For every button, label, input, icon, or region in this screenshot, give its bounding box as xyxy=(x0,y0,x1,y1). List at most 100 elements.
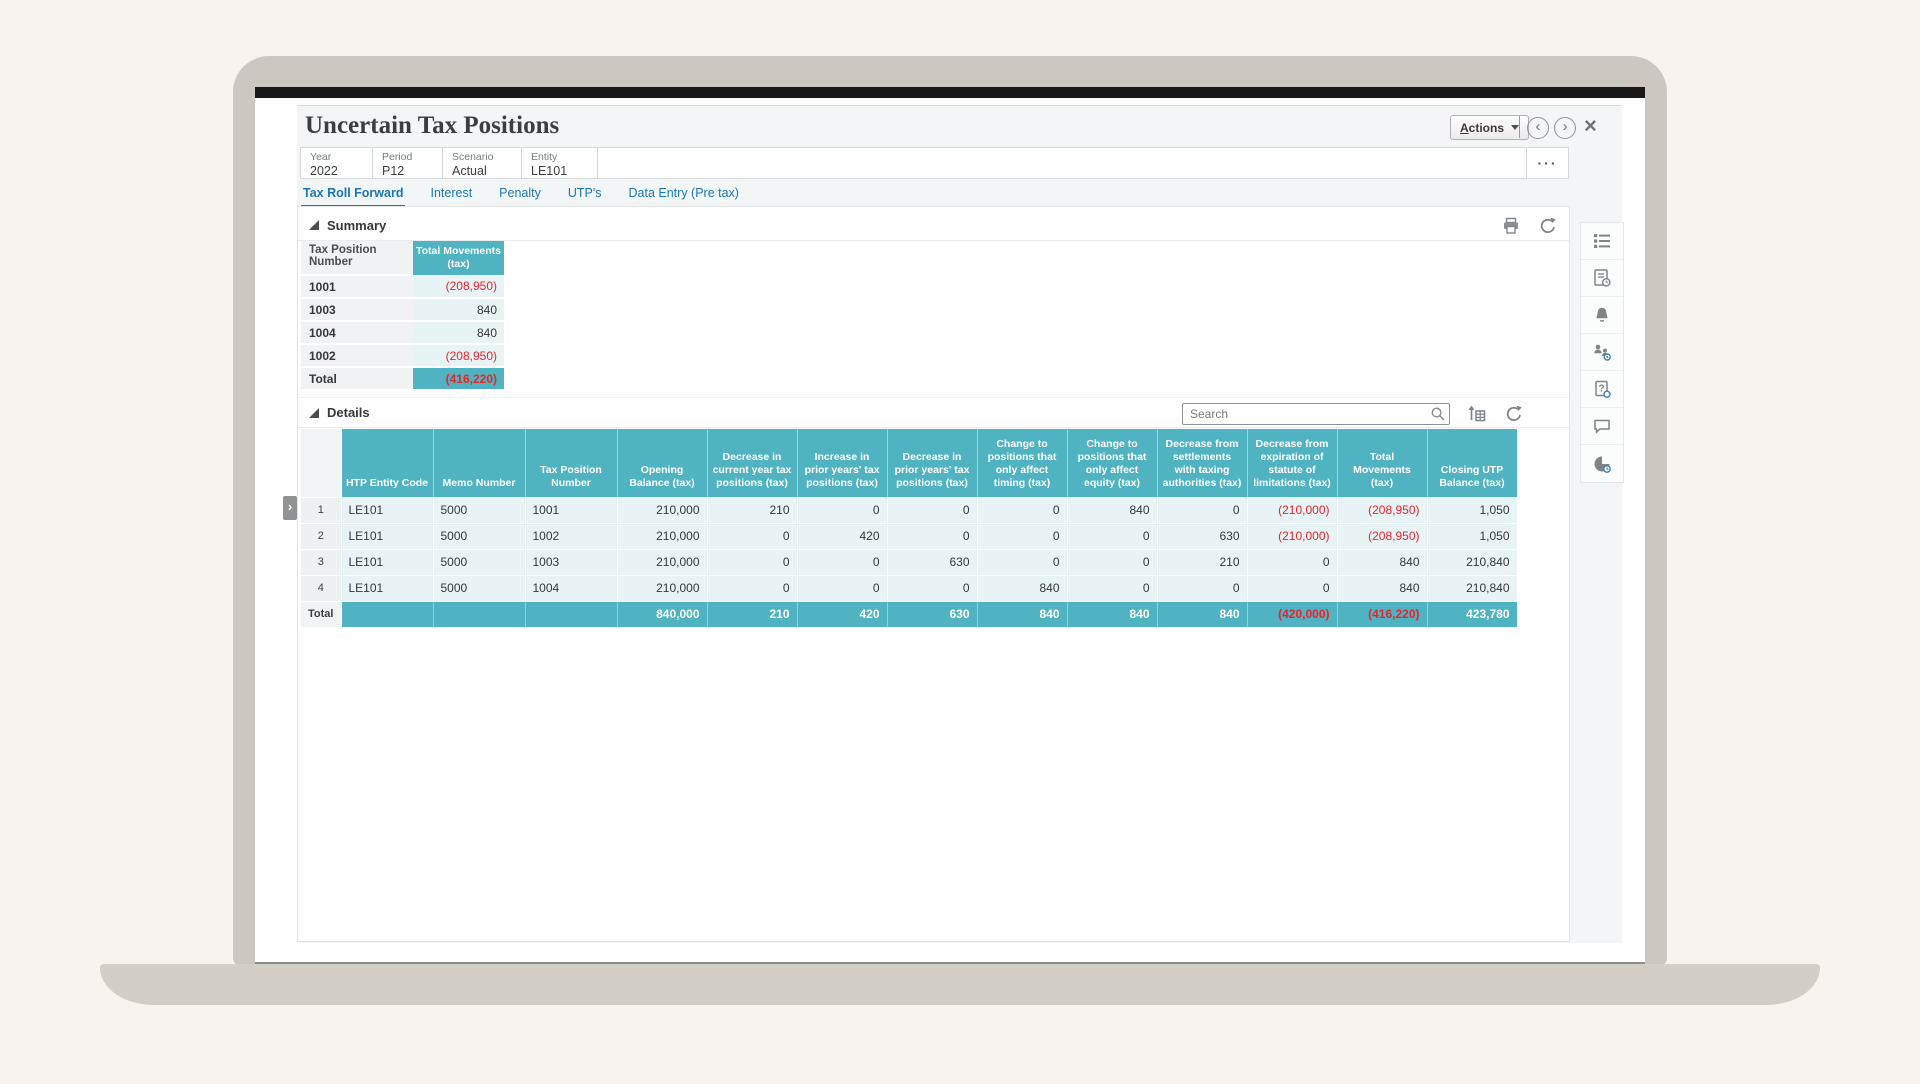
details-cell[interactable]: 0 xyxy=(1067,549,1157,575)
details-cell[interactable]: 420 xyxy=(797,601,887,627)
details-cell[interactable]: (210,000) xyxy=(1247,497,1337,523)
details-cell[interactable]: 210,840 xyxy=(1427,549,1517,575)
details-cell[interactable]: 210,000 xyxy=(617,497,707,523)
details-cell[interactable]: 0 xyxy=(1247,549,1337,575)
details-cell[interactable]: 840 xyxy=(1067,497,1157,523)
details-cell[interactable]: 0 xyxy=(707,523,797,549)
details-cell[interactable]: 840 xyxy=(977,601,1067,627)
pov-cell-scenario[interactable]: ScenarioActual xyxy=(443,148,522,178)
details-cell[interactable]: 1,050 xyxy=(1427,497,1517,523)
details-cell[interactable]: 0 xyxy=(1247,575,1337,601)
details-cell[interactable]: 630 xyxy=(887,549,977,575)
recent-history-button[interactable] xyxy=(1581,445,1623,482)
details-cell[interactable]: 210,000 xyxy=(617,575,707,601)
details-cell[interactable]: LE101 xyxy=(341,549,433,575)
details-cell[interactable]: LE101 xyxy=(341,523,433,549)
details-cell[interactable]: 840,000 xyxy=(617,601,707,627)
summary-cell[interactable]: 840 xyxy=(413,321,504,344)
comments-button[interactable] xyxy=(1581,408,1623,445)
details-cell[interactable]: 420 xyxy=(797,523,887,549)
tab-data-entry-pre-tax[interactable]: Data Entry (Pre tax) xyxy=(627,184,741,208)
details-cell[interactable]: 1002 xyxy=(525,523,617,549)
pov-cell-period[interactable]: PeriodP12 xyxy=(373,148,443,178)
details-cell[interactable]: 5000 xyxy=(433,497,525,523)
details-cell[interactable]: 0 xyxy=(707,575,797,601)
pov-cell-year[interactable]: Year2022 xyxy=(301,148,373,178)
details-cell[interactable]: (210,000) xyxy=(1247,523,1337,549)
details-cell[interactable]: 210,000 xyxy=(617,523,707,549)
tab-interest[interactable]: Interest xyxy=(428,184,474,208)
details-cell[interactable]: 0 xyxy=(1157,575,1247,601)
details-cell[interactable] xyxy=(341,601,433,627)
details-cell[interactable]: 210 xyxy=(707,601,797,627)
close-button[interactable]: × xyxy=(1584,113,1597,139)
details-cell[interactable]: 5000 xyxy=(433,575,525,601)
details-cell[interactable]: (420,000) xyxy=(1247,601,1337,627)
refresh-button[interactable] xyxy=(1538,216,1558,236)
details-cell[interactable]: 1001 xyxy=(525,497,617,523)
details-cell[interactable]: 1004 xyxy=(525,575,617,601)
actions-button[interactable]: Actions xyxy=(1450,115,1529,140)
details-cell[interactable]: (208,950) xyxy=(1337,523,1427,549)
details-cell[interactable]: 0 xyxy=(1067,575,1157,601)
details-cell[interactable]: 840 xyxy=(1157,601,1247,627)
summary-total-cell[interactable]: (416,220) xyxy=(413,367,504,390)
details-cell[interactable]: 840 xyxy=(1337,549,1427,575)
refresh-button[interactable] xyxy=(1504,404,1524,424)
details-cell[interactable]: 5000 xyxy=(433,523,525,549)
details-section-header[interactable]: Details xyxy=(298,397,1569,428)
help-guide-button[interactable]: ? xyxy=(1581,371,1623,408)
details-cell[interactable]: 0 xyxy=(977,497,1067,523)
details-cell[interactable] xyxy=(525,601,617,627)
details-cell[interactable]: (416,220) xyxy=(1337,601,1427,627)
details-cell[interactable]: 210,840 xyxy=(1427,575,1517,601)
tab-penalty[interactable]: Penalty xyxy=(497,184,543,208)
details-cell[interactable]: 210,000 xyxy=(617,549,707,575)
export-grid-button[interactable] xyxy=(1467,404,1487,424)
details-cell[interactable]: 630 xyxy=(887,601,977,627)
details-row-number: 2 xyxy=(301,523,341,549)
summary-cell[interactable]: (208,950) xyxy=(413,275,504,298)
pov-cell-entity[interactable]: EntityLE101 xyxy=(522,148,598,178)
summary-cell[interactable]: 840 xyxy=(413,298,504,321)
details-cell[interactable]: 0 xyxy=(977,549,1067,575)
summary-section-header[interactable]: Summary xyxy=(298,210,1569,241)
details-cell[interactable]: 630 xyxy=(1157,523,1247,549)
pov-overflow-button[interactable]: ··· xyxy=(1526,148,1568,178)
search-input[interactable] xyxy=(1182,403,1450,425)
details-cell[interactable]: 0 xyxy=(707,549,797,575)
details-cell[interactable]: LE101 xyxy=(341,575,433,601)
details-cell[interactable]: 0 xyxy=(887,575,977,601)
next-button[interactable]: › xyxy=(1554,117,1576,139)
details-cell[interactable]: 0 xyxy=(887,497,977,523)
summary-cell[interactable]: (208,950) xyxy=(413,344,504,367)
details-cell[interactable]: 840 xyxy=(1067,601,1157,627)
details-cell[interactable]: (208,950) xyxy=(1337,497,1427,523)
details-cell[interactable]: 1003 xyxy=(525,549,617,575)
previous-button[interactable]: ‹ xyxy=(1527,117,1549,139)
details-cell[interactable]: 210 xyxy=(1157,549,1247,575)
approvals-users-button[interactable] xyxy=(1581,334,1623,371)
tab-tax-roll-forward[interactable]: Tax Roll Forward xyxy=(301,184,405,208)
details-cell[interactable] xyxy=(433,601,525,627)
details-cell[interactable]: 0 xyxy=(797,497,887,523)
details-cell[interactable]: 840 xyxy=(977,575,1067,601)
details-cell[interactable]: 423,780 xyxy=(1427,601,1517,627)
tab-utp-s[interactable]: UTP's xyxy=(566,184,604,208)
print-button[interactable] xyxy=(1501,216,1521,236)
details-cell[interactable]: 1,050 xyxy=(1427,523,1517,549)
details-cell[interactable]: 0 xyxy=(797,549,887,575)
details-cell[interactable]: 0 xyxy=(797,575,887,601)
form-schedule-button[interactable] xyxy=(1581,260,1623,297)
details-cell[interactable]: 0 xyxy=(977,523,1067,549)
details-cell[interactable]: 840 xyxy=(1337,575,1427,601)
details-cell[interactable]: 5000 xyxy=(433,549,525,575)
details-cell[interactable]: LE101 xyxy=(341,497,433,523)
details-cell[interactable]: 0 xyxy=(887,523,977,549)
details-cell[interactable]: 0 xyxy=(1157,497,1247,523)
expand-left-panel-button[interactable]: › xyxy=(283,496,297,520)
details-cell[interactable]: 210 xyxy=(707,497,797,523)
details-cell[interactable]: 0 xyxy=(1067,523,1157,549)
announcements-button[interactable] xyxy=(1581,297,1623,334)
task-list-button[interactable] xyxy=(1581,223,1623,260)
